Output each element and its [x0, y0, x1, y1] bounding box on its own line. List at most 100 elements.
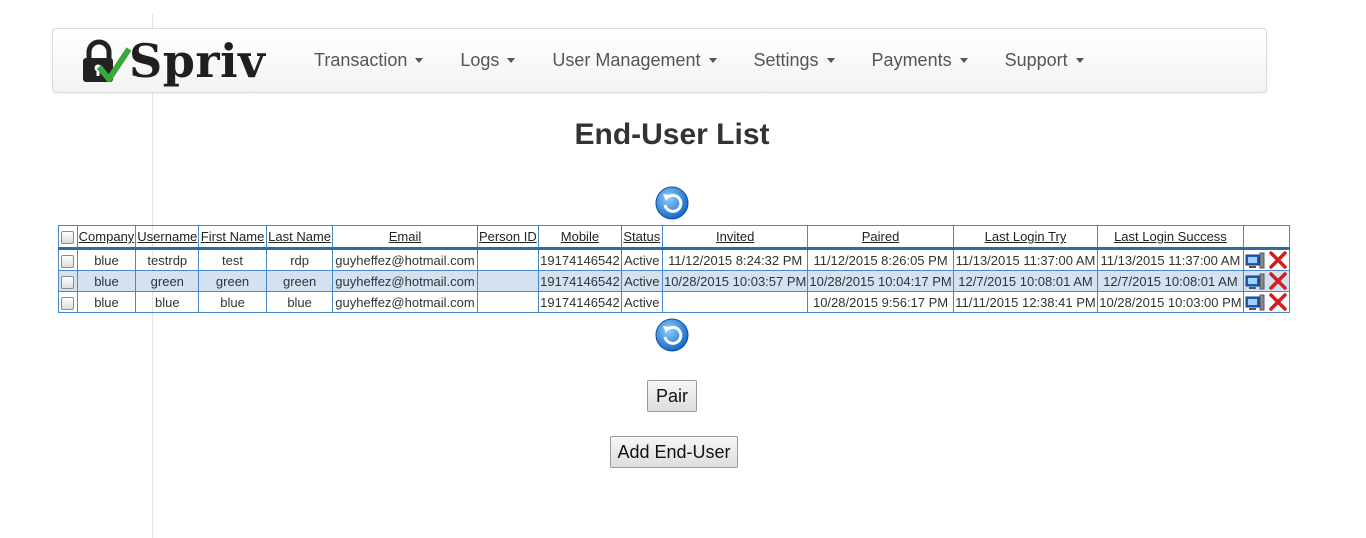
- cell-mobile: 19174146542: [538, 270, 622, 292]
- nav-settings-label: Settings: [753, 50, 819, 70]
- cell-email: guyheffez@hotmail.com: [332, 270, 478, 292]
- device-icon[interactable]: [1245, 294, 1265, 311]
- cell-actions: [1242, 270, 1291, 292]
- row-select-cell: [58, 291, 78, 313]
- col-mobile: Mobile: [538, 225, 622, 249]
- cell-person-id: [476, 248, 540, 271]
- nav-payments-label: Payments: [871, 50, 952, 70]
- sort-last-name-link[interactable]: Last Name: [268, 229, 331, 244]
- caret-down-icon: [826, 58, 835, 63]
- delete-icon[interactable]: [1269, 293, 1288, 311]
- nav-settings[interactable]: Settings: [754, 50, 835, 71]
- col-invited: Invited: [661, 225, 809, 249]
- sort-username-link[interactable]: Username: [137, 229, 197, 244]
- col-paired: Paired: [807, 225, 954, 249]
- sort-email-link[interactable]: Email: [389, 229, 422, 244]
- caret-down-icon: [708, 58, 717, 63]
- cell-mobile: 19174146542: [538, 291, 622, 313]
- cell-email: guyheffez@hotmail.com: [332, 248, 478, 271]
- sort-status-link[interactable]: Status: [623, 229, 660, 244]
- sort-first-name-link[interactable]: First Name: [201, 229, 265, 244]
- row-checkbox[interactable]: [61, 254, 75, 268]
- select-all-checkbox[interactable]: [61, 231, 75, 245]
- end-user-table: Company Username First Name Last Name Em…: [58, 225, 1291, 313]
- add-end-user-button[interactable]: Add End-User: [610, 436, 738, 468]
- brand-name: Spriv: [129, 34, 266, 88]
- sort-paired-link[interactable]: Paired: [862, 229, 900, 244]
- col-email: Email: [332, 225, 478, 249]
- cell-username: blue: [135, 291, 200, 313]
- cell-status: Active: [620, 248, 663, 271]
- col-last-name: Last Name: [265, 225, 334, 249]
- sort-last-login-try-link[interactable]: Last Login Try: [985, 229, 1067, 244]
- nav-support[interactable]: Support: [1005, 50, 1084, 71]
- cell-company: blue: [76, 291, 137, 313]
- device-icon[interactable]: [1245, 273, 1265, 290]
- caret-down-icon: [959, 58, 968, 63]
- cell-paired: 10/28/2015 10:04:17 PM: [807, 270, 954, 292]
- cell-person-id: [476, 270, 540, 292]
- refresh-icon[interactable]: [655, 186, 689, 220]
- row-checkbox[interactable]: [61, 296, 75, 310]
- caret-down-icon: [1075, 58, 1084, 63]
- cell-invited: 10/28/2015 10:03:57 PM: [661, 270, 809, 292]
- top-navbar: Spriv Transaction Logs User Management S…: [52, 28, 1267, 93]
- refresh-icon[interactable]: [655, 318, 689, 352]
- cell-username: green: [135, 270, 200, 292]
- cell-last-login-success: 12/7/2015 10:08:01 AM: [1097, 270, 1244, 292]
- cell-last-name: green: [265, 270, 334, 292]
- cell-email: guyheffez@hotmail.com: [332, 291, 478, 313]
- delete-icon[interactable]: [1269, 272, 1288, 290]
- col-actions: [1242, 225, 1291, 249]
- nav-payments[interactable]: Payments: [872, 50, 968, 71]
- cell-last-login-try: 11/13/2015 11:37:00 AM: [952, 248, 1099, 271]
- select-all-cell: [58, 225, 78, 249]
- lock-check-icon: [83, 39, 131, 82]
- cell-paired: 10/28/2015 9:56:17 PM: [807, 291, 954, 313]
- sort-mobile-link[interactable]: Mobile: [561, 229, 599, 244]
- cell-person-id: [476, 291, 540, 313]
- row-select-cell: [58, 248, 78, 271]
- device-icon[interactable]: [1245, 252, 1265, 269]
- cell-last-login-try: 11/11/2015 12:38:41 PM: [952, 291, 1099, 313]
- cell-mobile: 19174146542: [538, 248, 622, 271]
- cell-last-name: blue: [265, 291, 334, 313]
- nav-user-management[interactable]: User Management: [552, 50, 717, 71]
- pair-button[interactable]: Pair: [647, 380, 697, 412]
- cell-last-login-success: 11/13/2015 11:37:00 AM: [1097, 248, 1244, 271]
- page-title: End-User List: [574, 118, 770, 151]
- col-first-name: First Name: [198, 225, 267, 249]
- nav-logs-label: Logs: [460, 50, 500, 70]
- main-menu: Transaction Logs User Management Setting…: [314, 29, 1121, 92]
- sort-person-id-link[interactable]: Person ID: [479, 229, 537, 244]
- cell-paired: 11/12/2015 8:26:05 PM: [807, 248, 954, 271]
- brand-logo[interactable]: Spriv: [79, 35, 265, 87]
- col-status: Status: [620, 225, 663, 249]
- table-header-row: Company Username First Name Last Name Em…: [58, 225, 1291, 249]
- cell-company: blue: [76, 270, 137, 292]
- cell-first-name: blue: [198, 291, 267, 313]
- cell-last-login-try: 12/7/2015 10:08:01 AM: [952, 270, 1099, 292]
- col-person-id: Person ID: [476, 225, 540, 249]
- sort-last-login-success-link[interactable]: Last Login Success: [1114, 229, 1227, 244]
- cell-username: testrdp: [135, 248, 200, 271]
- row-select-cell: [58, 270, 78, 292]
- delete-icon[interactable]: [1269, 251, 1288, 269]
- cell-invited: [661, 291, 809, 313]
- cell-first-name: test: [198, 248, 267, 271]
- row-checkbox[interactable]: [61, 275, 75, 289]
- nav-user-management-label: User Management: [552, 50, 701, 70]
- nav-transaction[interactable]: Transaction: [314, 50, 424, 71]
- cell-actions: [1242, 291, 1291, 313]
- cell-last-name: rdp: [265, 248, 334, 271]
- col-last-login-success: Last Login Success: [1097, 225, 1244, 249]
- sort-company-link[interactable]: Company: [79, 229, 135, 244]
- sort-invited-link[interactable]: Invited: [716, 229, 754, 244]
- cell-actions: [1242, 248, 1291, 271]
- col-last-login-try: Last Login Try: [952, 225, 1099, 249]
- cell-last-login-success: 10/28/2015 10:03:00 PM: [1097, 291, 1244, 313]
- nav-logs[interactable]: Logs: [460, 50, 516, 71]
- nav-support-label: Support: [1004, 50, 1068, 70]
- caret-down-icon: [415, 58, 424, 63]
- caret-down-icon: [507, 58, 516, 63]
